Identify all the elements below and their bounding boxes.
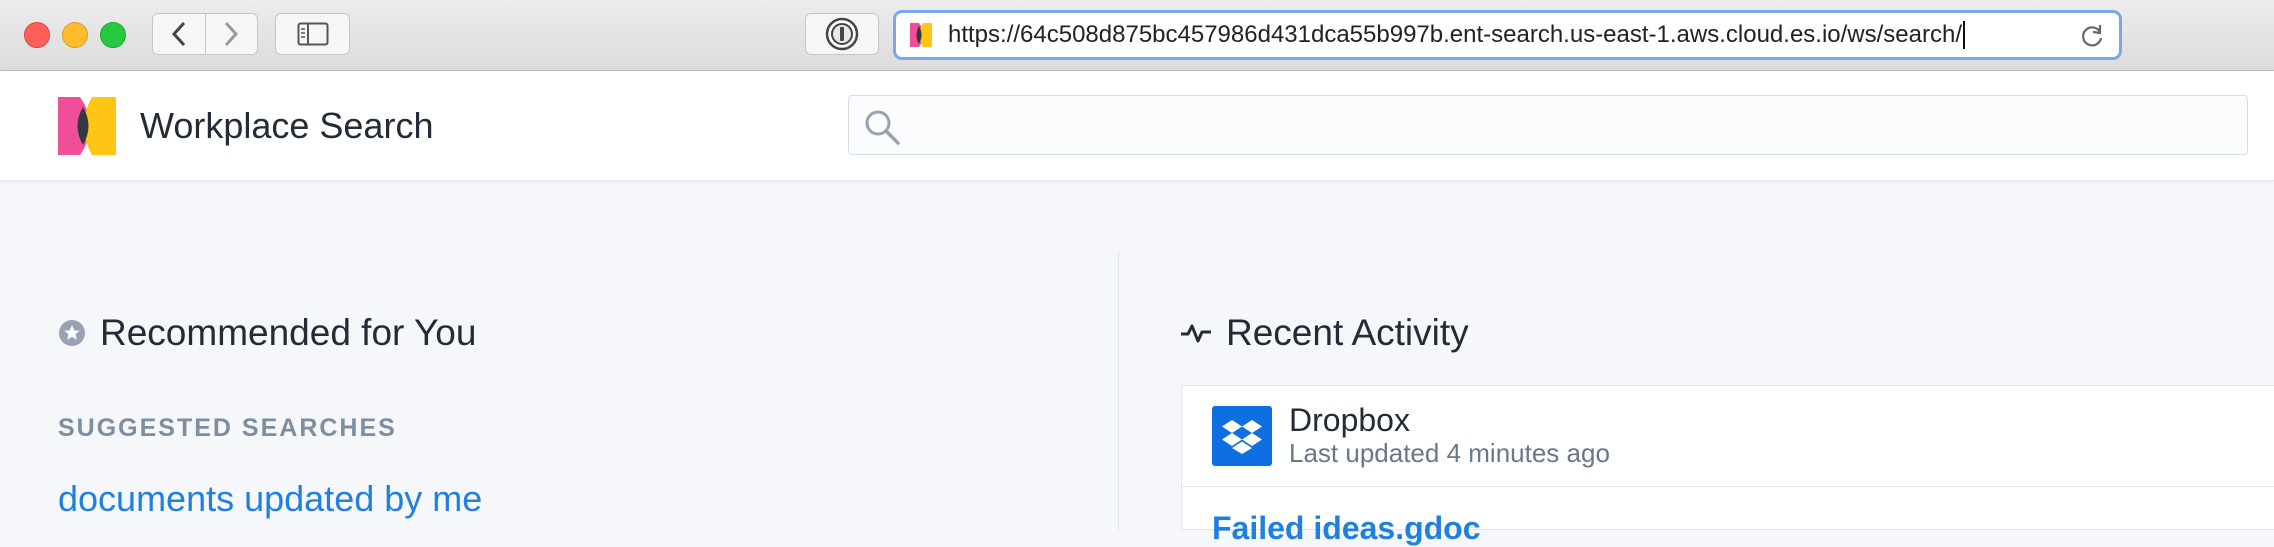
column-divider: [1118, 252, 1119, 530]
activity-item-link[interactable]: Failed ideas.gdoc: [1212, 510, 1481, 547]
activity-icon: [1181, 324, 1211, 343]
minimize-window-button[interactable]: [62, 22, 88, 48]
back-button[interactable]: [153, 14, 205, 54]
chevron-right-icon: [225, 21, 239, 47]
last-updated-text: Last updated 4 minutes ago: [1289, 438, 1610, 468]
workplace-search-logo: [58, 97, 116, 155]
address-bar[interactable]: https://64c508d875bc457986d431dca55b997b…: [893, 10, 2122, 60]
suggested-search-link[interactable]: documents updated by me: [58, 478, 482, 520]
recommended-heading: Recommended for You: [58, 312, 476, 354]
reload-icon[interactable]: [2079, 23, 2105, 49]
suggested-searches-label: SUGGESTED SEARCHES: [58, 414, 397, 442]
close-window-button[interactable]: [24, 22, 50, 48]
password-manager-button[interactable]: [805, 13, 879, 55]
url-text: https://64c508d875bc457986d431dca55b997b…: [948, 21, 1966, 50]
search-icon: [865, 110, 900, 145]
recent-activity-title: Recent Activity: [1226, 312, 1469, 353]
activity-card: Dropbox Last updated 4 minutes ago Faile…: [1181, 385, 2274, 546]
forward-button[interactable]: [204, 14, 258, 54]
recommended-title: Recommended for You: [100, 312, 477, 353]
browser-toolbar: https://64c508d875bc457986d431dca55b997b…: [0, 0, 2274, 71]
chevron-left-icon: [171, 21, 185, 47]
app-title: Workplace Search: [140, 105, 434, 146]
search-input[interactable]: [848, 95, 2248, 155]
zoom-window-button[interactable]: [100, 22, 126, 48]
sidebar-toggle-button[interactable]: [275, 13, 350, 55]
dropbox-icon: [1212, 406, 1272, 466]
card-divider: [1182, 486, 2274, 487]
password-manager-icon: [825, 17, 859, 51]
site-favicon-icon: [910, 23, 932, 47]
source-name[interactable]: Dropbox: [1289, 402, 1410, 439]
recent-activity-heading: Recent Activity: [1180, 312, 1469, 354]
star-icon: [59, 320, 85, 346]
app-header: Workplace Search: [0, 71, 2274, 181]
sidebar-icon: [297, 22, 328, 46]
history-nav: [152, 13, 258, 55]
